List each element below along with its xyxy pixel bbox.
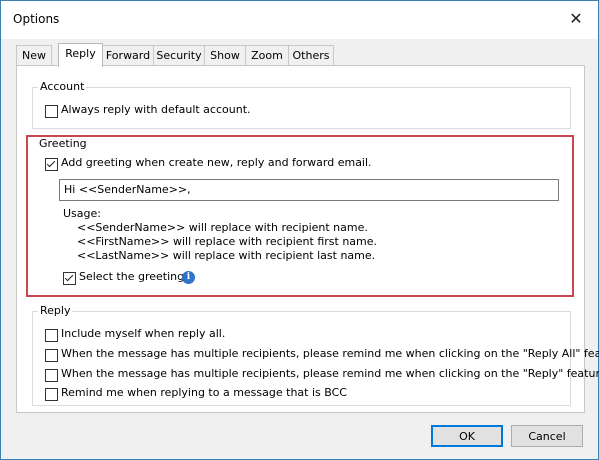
tab-new[interactable]: New [16,45,52,66]
always-default-label[interactable]: Always reply with default account. [61,103,251,117]
greeting-highlight-frame [26,135,574,297]
close-icon[interactable]: ✕ [554,1,598,39]
reply-legend: Reply [38,304,73,318]
cancel-button[interactable]: Cancel [511,425,583,447]
tab-zoom[interactable]: Zoom [245,45,289,66]
tab-others[interactable]: Others [288,45,334,66]
reply-group: Reply Include myself when reply all. Whe… [32,304,599,406]
remind-reply-label[interactable]: When the message has multiple recipients… [61,367,599,381]
include-myself-label[interactable]: Include myself when reply all. [61,327,225,341]
always-default-checkbox[interactable] [45,105,58,118]
tab-forward[interactable]: Forward [102,45,154,66]
tab-security[interactable]: Security [153,45,205,66]
remind-bcc-checkbox[interactable] [45,388,58,401]
options-dialog: Options ✕ New Reply Forward Security Sho… [0,0,599,460]
include-myself-checkbox[interactable] [45,329,58,342]
window-title: Options [13,12,60,26]
remind-reply-all-checkbox[interactable] [45,349,58,362]
ok-button[interactable]: OK [431,425,503,447]
account-legend: Account [38,80,87,94]
title-bar[interactable]: Options ✕ [1,1,598,39]
tab-reply[interactable]: Reply [58,43,103,67]
remind-bcc-label[interactable]: Remind me when replying to a message tha… [61,386,347,400]
account-group: Account Always reply with default accoun… [32,80,571,129]
remind-reply-checkbox[interactable] [45,369,58,382]
reply-tab-panel: Account Always reply with default accoun… [16,65,599,413]
tab-show[interactable]: Show [204,45,246,66]
remind-reply-all-label[interactable]: When the message has multiple recipients… [61,347,599,361]
